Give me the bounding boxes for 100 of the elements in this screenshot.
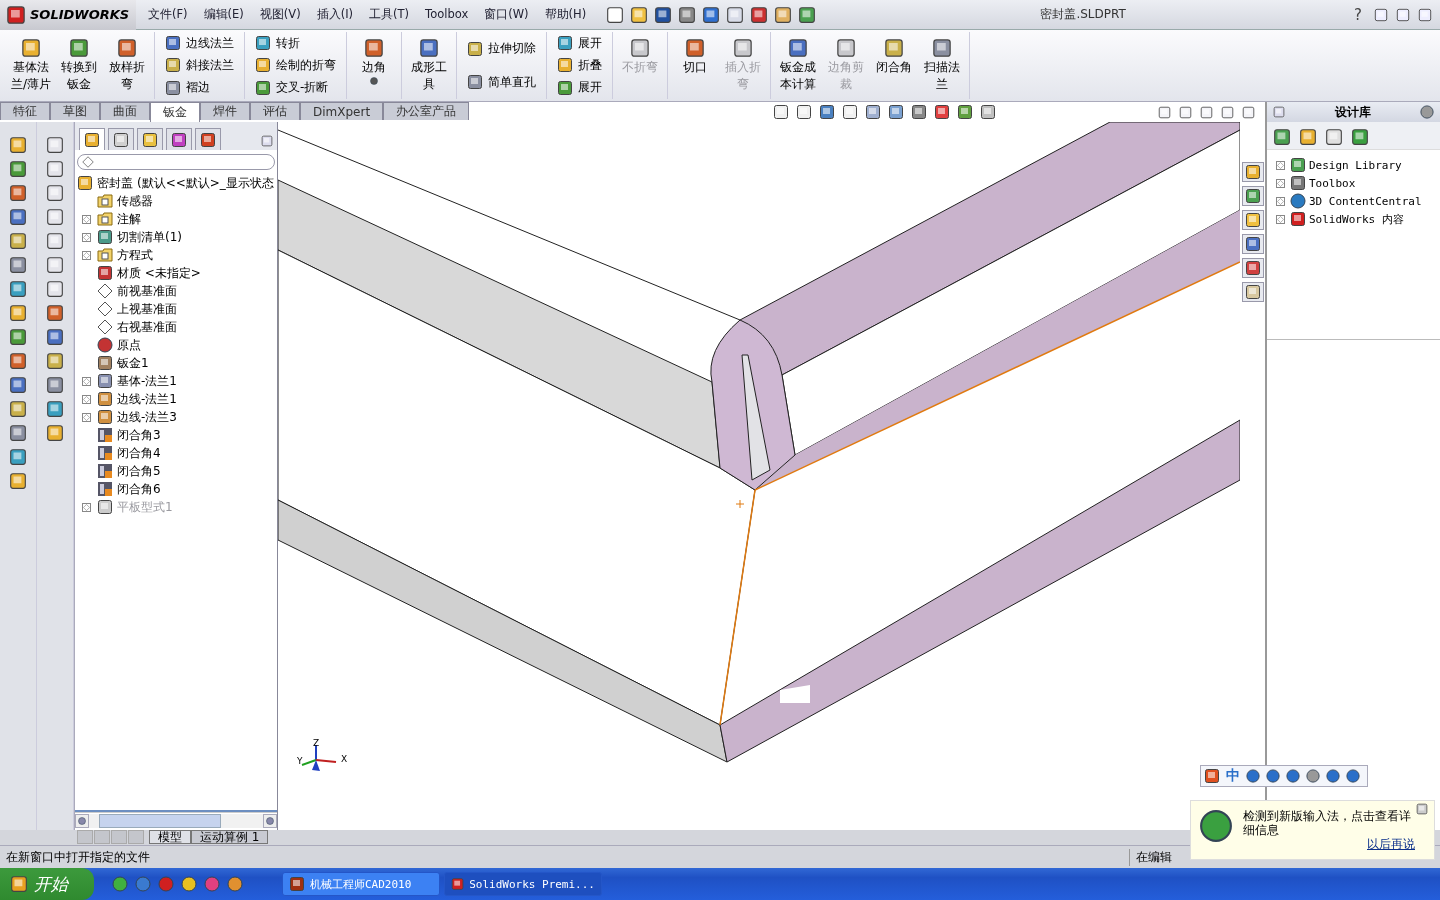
view-tool-icon[interactable] — [772, 104, 789, 120]
tree-item[interactable]: 上视基准面 — [113, 300, 177, 318]
command-tab[interactable]: DimXpert — [300, 102, 384, 120]
library-item[interactable]: Design Library — [1309, 158, 1402, 172]
tool-icon[interactable] — [46, 328, 64, 346]
task-pane-tab[interactable] — [1242, 186, 1264, 206]
ribbon-button[interactable]: 拉伸切除 — [464, 39, 539, 59]
tool-icon[interactable] — [9, 424, 27, 442]
ribbon-button[interactable]: 切口 — [671, 32, 719, 99]
tree-item[interactable]: 材质 <未指定> — [113, 264, 201, 282]
toolbar-icon[interactable] — [798, 5, 817, 24]
tool-icon[interactable] — [9, 136, 27, 154]
tree-item[interactable]: 边线-法兰1 — [113, 390, 177, 408]
tool-icon[interactable] — [9, 472, 27, 490]
scroll-right-button[interactable] — [263, 813, 277, 828]
toolbar-icon[interactable] — [702, 5, 721, 24]
ribbon-button[interactable]: 转换到钣金 — [55, 32, 103, 99]
ribbon-button[interactable]: 放样折弯 — [103, 32, 151, 99]
library-item[interactable]: Toolbox — [1309, 176, 1356, 190]
ime-tool-icon[interactable] — [1346, 769, 1360, 783]
tree-item[interactable]: 方程式 — [113, 246, 153, 264]
tree-item[interactable]: 原点 — [113, 336, 141, 354]
tree-item[interactable]: 前视基准面 — [113, 282, 177, 300]
task-pane-tab[interactable] — [1242, 258, 1264, 278]
tool-icon[interactable] — [9, 376, 27, 394]
menu-item[interactable]: 文件(F) — [140, 7, 196, 22]
tree-item[interactable]: 右视基准面 — [113, 318, 177, 336]
tool-icon[interactable] — [9, 280, 27, 298]
panel-tab[interactable] — [166, 128, 192, 150]
tool-icon[interactable] — [46, 232, 64, 250]
command-tab[interactable]: 评估 — [250, 102, 300, 120]
tool-icon[interactable] — [46, 424, 64, 442]
ribbon-button[interactable]: 边线法兰 — [162, 33, 237, 53]
tree-item[interactable]: 闭合角3 — [113, 426, 161, 444]
ribbon-button[interactable]: 褶边 — [162, 78, 237, 98]
command-tab[interactable]: 焊件 — [200, 102, 250, 120]
view-tool-icon[interactable] — [956, 104, 973, 120]
tool-icon[interactable] — [46, 280, 64, 298]
ribbon-button[interactable]: 扫描法兰 — [918, 32, 966, 99]
quick-launch-icon[interactable] — [181, 876, 197, 892]
scroll-left-button[interactable] — [75, 813, 89, 828]
tool-icon[interactable] — [46, 184, 64, 202]
ime-mode-button[interactable]: 中 — [1226, 767, 1240, 785]
task-pane-tab[interactable] — [1242, 282, 1264, 302]
tool-icon[interactable] — [9, 448, 27, 466]
taskbar-button[interactable]: SolidWorks Premi... — [444, 872, 602, 896]
ribbon-button[interactable]: 交叉-折断 — [252, 78, 339, 98]
tree-item[interactable]: 切割清单(1) — [113, 228, 182, 246]
tool-icon[interactable] — [9, 352, 27, 370]
tool-icon[interactable] — [46, 304, 64, 322]
ribbon-button[interactable]: 转折 — [252, 33, 339, 53]
tool-icon[interactable] — [9, 160, 27, 178]
tool-icon[interactable] — [9, 400, 27, 418]
tree-item[interactable]: 钣金1 — [113, 354, 149, 372]
tool-icon[interactable] — [46, 160, 64, 178]
quick-launch-icon[interactable] — [112, 876, 128, 892]
panel-tab[interactable] — [108, 128, 134, 150]
ribbon-button[interactable]: 成形工具 — [405, 32, 453, 99]
toolbar-icon[interactable] — [750, 5, 769, 24]
task-pane-tab[interactable] — [1242, 162, 1264, 182]
library-tool-icon[interactable] — [1273, 128, 1291, 146]
menu-item[interactable]: Toolbox — [417, 7, 477, 22]
tree-item[interactable]: 闭合角4 — [113, 444, 161, 462]
menu-item[interactable]: 工具(T) — [361, 7, 418, 22]
model-tab[interactable]: 运动算例 1 — [191, 830, 269, 844]
panel-tab[interactable] — [195, 128, 221, 150]
tree-item[interactable]: 基体-法兰1 — [113, 372, 177, 390]
start-button[interactable]: 开始 — [0, 868, 94, 900]
ribbon-button[interactable]: 展开 — [554, 33, 605, 53]
ime-tool-icon[interactable] — [1286, 769, 1300, 783]
ime-tool-icon[interactable] — [1326, 769, 1340, 783]
ribbon-button[interactable]: 钣金成本计算 — [774, 32, 822, 99]
view-tool-icon[interactable] — [795, 104, 812, 120]
menu-item[interactable]: 帮助(H) — [536, 7, 595, 22]
menu-item[interactable]: 视图(V) — [251, 7, 309, 22]
tree-item[interactable]: 注解 — [113, 210, 141, 228]
ribbon-button[interactable]: 边角 — [350, 32, 398, 99]
tool-icon[interactable] — [9, 208, 27, 226]
tool-icon[interactable] — [46, 208, 64, 226]
command-tab[interactable]: 曲面 — [100, 102, 150, 120]
close-icon[interactable] — [1242, 105, 1255, 119]
command-tab[interactable]: 草图 — [50, 102, 100, 120]
library-tool-icon[interactable] — [1299, 128, 1317, 146]
tool-icon[interactable] — [46, 400, 64, 418]
scrollbar-thumb[interactable] — [99, 813, 221, 828]
view-tool-icon[interactable] — [979, 104, 996, 120]
view-tool-icon[interactable] — [887, 104, 904, 120]
ribbon-button[interactable]: 折叠 — [554, 56, 605, 75]
panel-tab[interactable] — [79, 128, 105, 150]
later-link[interactable]: 以后再说 — [1243, 837, 1415, 851]
toolbar-icon[interactable] — [654, 5, 673, 24]
menu-item[interactable]: 窗口(W) — [476, 7, 537, 22]
ime-tool-icon[interactable] — [1246, 769, 1260, 783]
close-icon[interactable] — [1418, 7, 1432, 22]
command-tab[interactable]: 钣金 — [150, 102, 200, 122]
menu-item[interactable]: 编辑(E) — [195, 7, 252, 22]
tool-icon[interactable] — [9, 304, 27, 322]
ribbon-button[interactable]: 简单直孔 — [464, 72, 539, 92]
ribbon-button[interactable]: 展开 — [554, 78, 605, 98]
help-button[interactable]: ? — [1350, 5, 1366, 24]
